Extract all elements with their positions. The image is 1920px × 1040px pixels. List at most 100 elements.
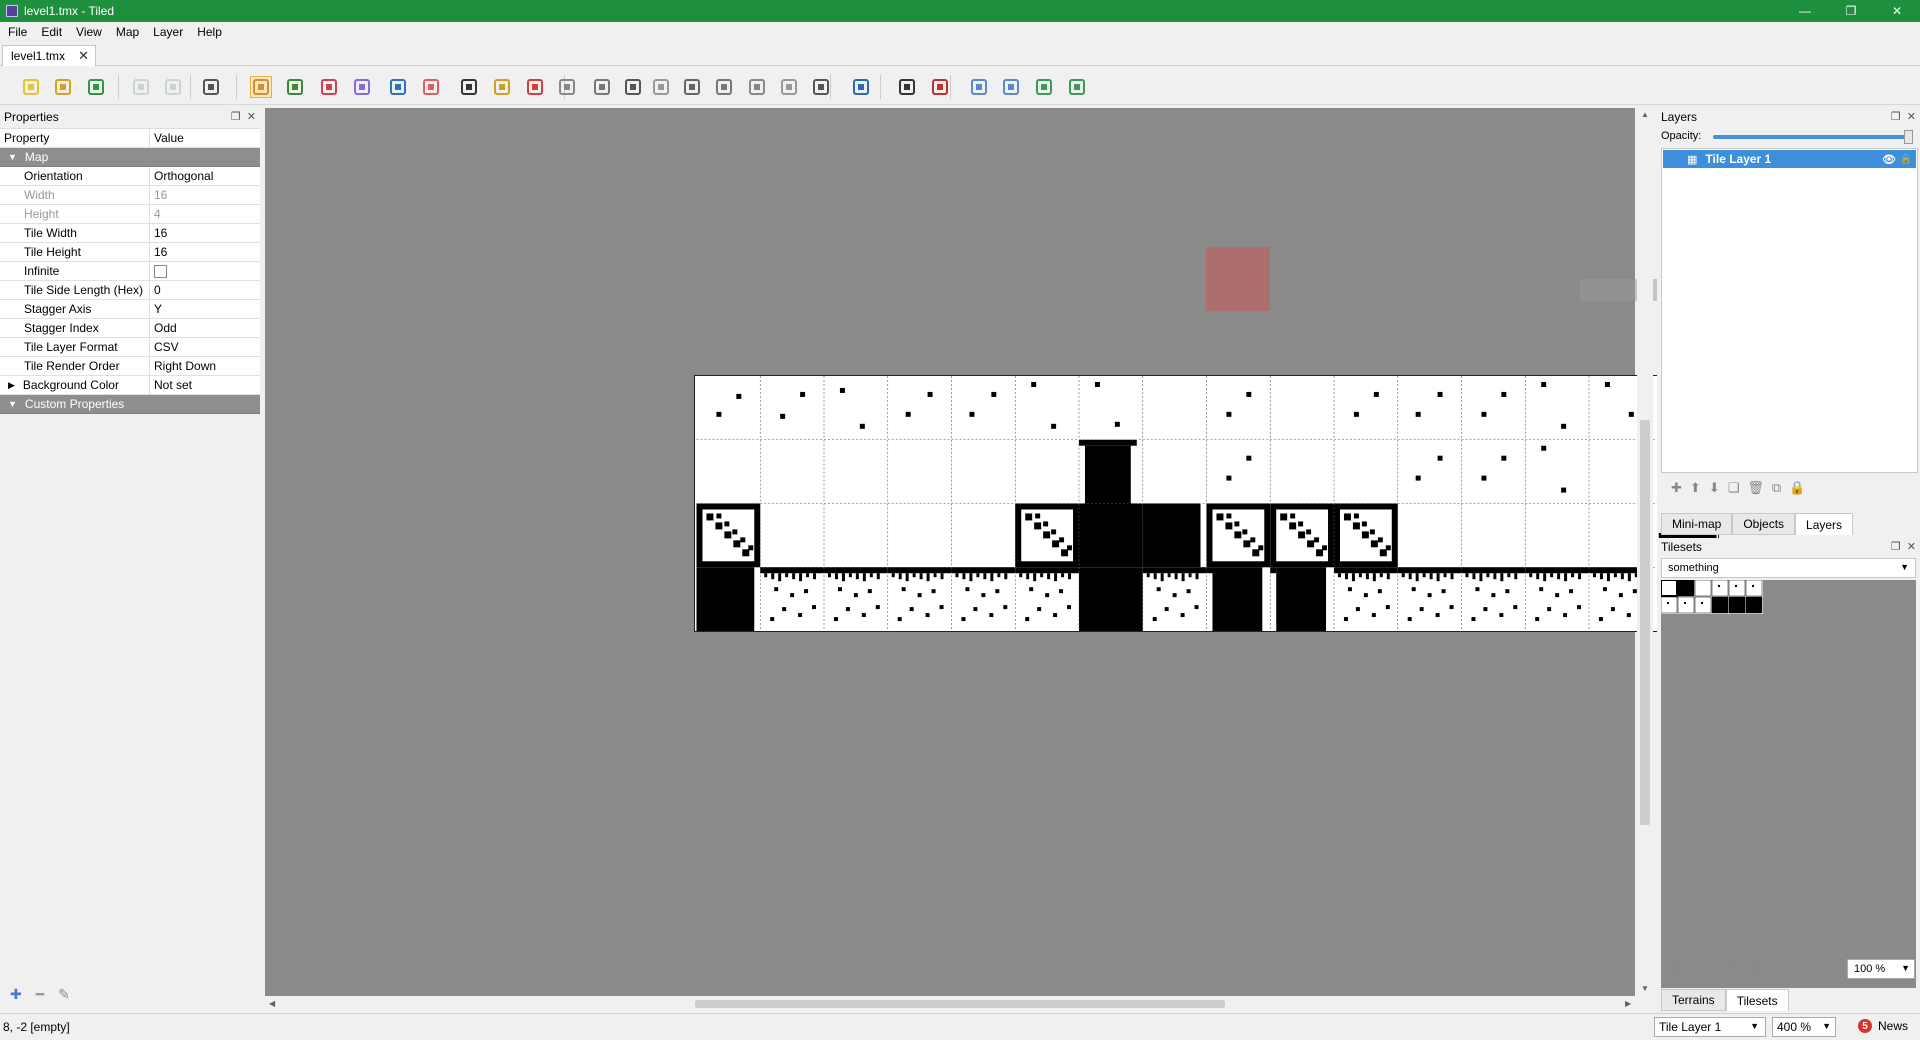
property-row[interactable]: Tile Render Order Right Down <box>0 357 260 376</box>
move-icon[interactable] <box>850 76 872 98</box>
property-value[interactable]: CSV <box>150 338 260 356</box>
lock-icon[interactable]: 🔒 <box>1900 154 1912 165</box>
save-icon[interactable] <box>85 76 107 98</box>
close-panel-icon[interactable]: ✕ <box>1907 540 1916 553</box>
menu-layer[interactable]: Layer <box>146 25 190 39</box>
insert-text-icon[interactable] <box>810 76 832 98</box>
tileset-tile[interactable] <box>1661 596 1678 614</box>
property-row[interactable]: Tile Height 16 <box>0 243 260 262</box>
eraser-icon[interactable] <box>420 76 442 98</box>
tileset-tile[interactable] <box>1728 596 1746 614</box>
property-value[interactable] <box>150 262 260 280</box>
close-window-button[interactable]: ✕ <box>1874 0 1920 22</box>
property-value[interactable]: 0 <box>150 281 260 299</box>
property-row[interactable]: Stagger Index Odd <box>0 319 260 338</box>
column-header-value[interactable]: Value <box>150 129 260 147</box>
shape-fill-icon[interactable] <box>387 76 409 98</box>
property-value[interactable]: Right Down <box>150 357 260 375</box>
tab-terrains[interactable]: Terrains <box>1661 989 1726 1011</box>
visibility-eye-icon[interactable]: 👁 <box>1882 153 1896 166</box>
opacity-slider-track[interactable] <box>1713 135 1911 139</box>
raise-layer-icon[interactable]: ⬆ <box>1690 480 1701 496</box>
property-row[interactable]: Stagger Axis Y <box>0 300 260 319</box>
flip-vertical-icon[interactable] <box>1000 76 1022 98</box>
property-row[interactable]: Tile Width 16 <box>0 224 260 243</box>
close-tab-icon[interactable]: ✕ <box>78 48 89 64</box>
scroll-up-icon[interactable]: ▲ <box>1641 110 1649 119</box>
insert-ellipse-icon[interactable] <box>681 76 703 98</box>
scroll-left-icon[interactable]: ◀ <box>269 999 275 1008</box>
menu-help[interactable]: Help <box>190 25 229 39</box>
add-property-icon[interactable]: ✚ <box>10 986 22 1003</box>
flip-horizontal-icon[interactable] <box>968 76 990 98</box>
map-canvas[interactable] <box>265 108 1719 996</box>
delete-layer-icon[interactable]: 🗑 <box>1747 480 1764 496</box>
property-row[interactable]: Height 4 <box>0 205 260 224</box>
menu-file[interactable]: File <box>0 25 34 39</box>
select-same-tile-icon[interactable] <box>524 76 546 98</box>
insert-point-icon[interactable] <box>650 76 672 98</box>
magic-wand-icon[interactable] <box>491 76 513 98</box>
layer-item-tile-layer-1[interactable]: ▦ Tile Layer 1 👁 🔒 <box>1663 150 1916 168</box>
edit-polygons-icon[interactable] <box>591 76 613 98</box>
property-row[interactable]: Orientation Orthogonal <box>0 167 260 186</box>
insert-polygon-icon[interactable] <box>713 76 735 98</box>
insert-rectangle-icon[interactable] <box>622 76 644 98</box>
new-tileset-icon[interactable]: ✚ <box>1671 961 1682 977</box>
tileset-view[interactable] <box>1661 580 1916 988</box>
rotate-right-icon[interactable] <box>1066 76 1088 98</box>
property-row[interactable]: Infinite <box>0 262 260 281</box>
commands-icon[interactable] <box>200 76 222 98</box>
rectangular-select-icon[interactable] <box>458 76 480 98</box>
property-value[interactable]: Orthogonal <box>150 167 260 185</box>
property-row[interactable]: Width 16 <box>0 186 260 205</box>
export-tileset-icon[interactable]: ⎘ <box>1710 961 1720 977</box>
property-value[interactable]: 16 <box>150 224 260 242</box>
property-value[interactable]: Not set <box>150 376 260 394</box>
infinite-checkbox[interactable] <box>154 264 167 278</box>
tileset-tile[interactable] <box>1745 596 1763 614</box>
float-panel-icon[interactable]: ❐ <box>231 110 241 123</box>
minimize-button[interactable]: — <box>1782 0 1828 22</box>
collapse-triangle-icon[interactable]: ▼ <box>8 152 17 162</box>
embed-tileset-icon[interactable]: ❏ <box>1690 961 1702 977</box>
random-mode-icon[interactable] <box>896 76 918 98</box>
edit-tileset-icon[interactable]: ✎ <box>1728 961 1739 977</box>
tileset-tile[interactable] <box>1677 596 1695 614</box>
menu-edit[interactable]: Edit <box>34 25 69 39</box>
select-objects-icon[interactable] <box>556 76 578 98</box>
undo-icon[interactable] <box>130 76 152 98</box>
property-row[interactable]: Tile Layer Format CSV <box>0 338 260 357</box>
current-layer-select[interactable]: Tile Layer 1 ▼ <box>1654 1017 1766 1037</box>
close-panel-icon[interactable]: ✕ <box>1907 110 1916 123</box>
property-row[interactable]: Tile Side Length (Hex) 0 <box>0 281 260 300</box>
property-value[interactable]: Odd <box>150 319 260 337</box>
tileset-zoom-select[interactable]: 100 % ▼ <box>1847 959 1915 979</box>
rename-property-icon[interactable]: ✎ <box>58 986 70 1003</box>
collapse-triangle-icon[interactable]: ▼ <box>8 399 17 409</box>
tileset-tile[interactable] <box>1677 580 1695 597</box>
menu-view[interactable]: View <box>69 25 109 39</box>
tab-level1[interactable]: level1.tmx ✕ <box>2 45 96 66</box>
tileset-tile[interactable] <box>1694 596 1712 614</box>
tileset-tile[interactable] <box>1745 580 1763 597</box>
expand-triangle-icon[interactable]: ▶ <box>8 380 15 391</box>
opacity-slider-handle[interactable] <box>1904 130 1913 144</box>
float-panel-icon[interactable]: ❐ <box>1891 110 1901 123</box>
tab-tilesets[interactable]: Tilesets <box>1725 989 1789 1011</box>
vertical-scroll-thumb[interactable] <box>1640 420 1650 825</box>
news-button[interactable]: 5 News <box>1858 1019 1908 1033</box>
terrain-brush-icon[interactable] <box>284 76 306 98</box>
column-header-property[interactable]: Property <box>0 129 150 147</box>
wang-fill-icon[interactable] <box>929 76 951 98</box>
group-map[interactable]: ▼ Map <box>0 148 260 167</box>
tileset-tile[interactable] <box>1711 580 1729 597</box>
rotate-left-icon[interactable] <box>1033 76 1055 98</box>
new-map-icon[interactable] <box>20 76 42 98</box>
horizontal-scrollbar[interactable]: ◀ ▶ <box>265 996 1637 1012</box>
tileset-tiles[interactable] <box>1661 580 1763 614</box>
map-zoom-select[interactable]: 400 % ▼ <box>1772 1017 1836 1037</box>
tileset-tile[interactable] <box>1728 580 1746 597</box>
restore-button[interactable]: ❐ <box>1828 0 1874 22</box>
tab-layers[interactable]: Layers <box>1795 513 1854 535</box>
